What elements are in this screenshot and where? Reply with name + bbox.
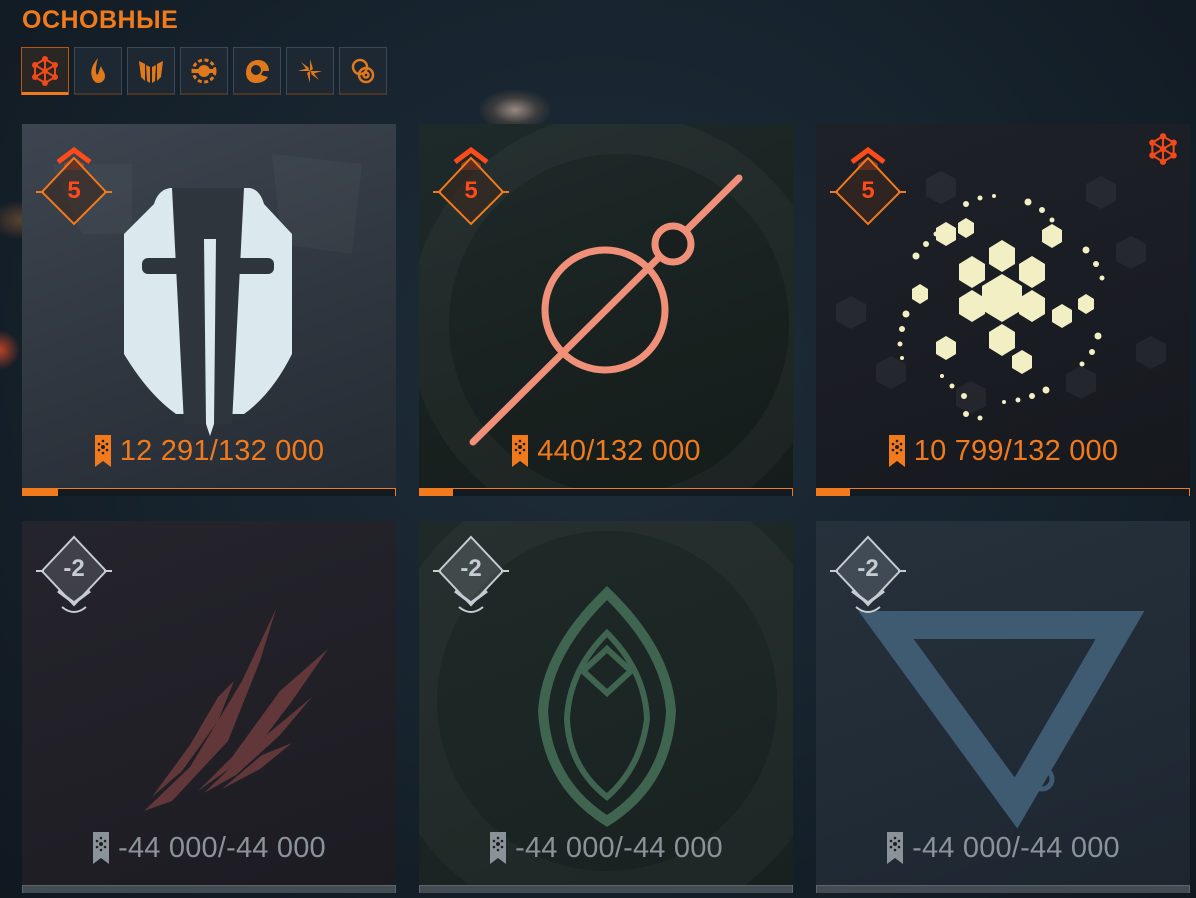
tab-rings[interactable] bbox=[339, 47, 387, 95]
rank-label: 5 bbox=[464, 177, 478, 204]
arc-network-icon bbox=[32, 56, 58, 86]
progress-row: -44 000/-44 000 bbox=[419, 831, 793, 865]
engram-token-icon bbox=[490, 832, 507, 864]
engram-token-icon bbox=[887, 832, 904, 864]
tab-solar[interactable] bbox=[74, 47, 122, 95]
category-tabs bbox=[21, 47, 387, 95]
wings-icon bbox=[139, 61, 163, 83]
faction-card-2[interactable]: -2 -44 000/-44 000 bbox=[419, 521, 793, 893]
rings-icon bbox=[351, 58, 375, 84]
gear-crest-icon bbox=[191, 58, 217, 84]
progress-fill bbox=[420, 489, 454, 496]
progress-row: 10 799/132 000 bbox=[816, 434, 1190, 468]
engram-token-icon bbox=[512, 435, 529, 467]
progress-bar bbox=[816, 885, 1190, 893]
rank-label: -2 bbox=[460, 555, 482, 582]
engram-token-icon bbox=[94, 435, 111, 467]
faction-card-3[interactable]: -2 -44 000/-44 000 bbox=[816, 521, 1190, 893]
progress-bar bbox=[419, 488, 793, 496]
titan-card[interactable]: 5 12 291/132 000 bbox=[22, 124, 396, 496]
progress-bar bbox=[22, 885, 396, 893]
rank-label: -2 bbox=[857, 555, 879, 582]
rank-label: 5 bbox=[67, 177, 81, 204]
engram-token-icon bbox=[888, 435, 905, 467]
tab-helmet[interactable] bbox=[233, 47, 281, 95]
progress-row: 12 291/132 000 bbox=[22, 434, 396, 468]
helmet-icon bbox=[246, 60, 269, 83]
progress-bar bbox=[419, 885, 793, 893]
tab-spiral[interactable] bbox=[286, 47, 334, 95]
progress-fill bbox=[23, 489, 58, 496]
rank-label: -2 bbox=[63, 555, 85, 582]
progress-text: -44 000/-44 000 bbox=[118, 831, 326, 864]
flame-icon bbox=[91, 58, 105, 83]
arc-network-icon bbox=[1149, 133, 1177, 165]
progress-text: -44 000/-44 000 bbox=[912, 831, 1120, 864]
progress-bar bbox=[22, 488, 396, 496]
progress-bar bbox=[816, 488, 1190, 496]
progress-row: -44 000/-44 000 bbox=[816, 831, 1190, 865]
tab-wings[interactable] bbox=[127, 47, 175, 95]
progress-row: 440/132 000 bbox=[419, 434, 793, 468]
progress-text: 12 291/132 000 bbox=[119, 434, 325, 467]
warlock-card[interactable]: 5 10 799/132 000 bbox=[816, 124, 1190, 496]
rank-label: 5 bbox=[861, 177, 875, 204]
faction-card-1[interactable]: -2 -44 000/-44 000 bbox=[22, 521, 396, 893]
background-glow bbox=[0, 330, 20, 370]
progress-row: -44 000/-44 000 bbox=[22, 831, 396, 865]
progress-text: -44 000/-44 000 bbox=[515, 831, 723, 864]
tab-arc[interactable] bbox=[21, 47, 69, 95]
tab-crest[interactable] bbox=[180, 47, 228, 95]
progress-fill bbox=[817, 489, 851, 496]
spiral-icon bbox=[298, 59, 322, 83]
progress-text: 440/132 000 bbox=[537, 434, 701, 467]
engram-token-icon bbox=[93, 832, 110, 864]
section-title: ОСНОВНЫЕ bbox=[22, 6, 179, 34]
progress-text: 10 799/132 000 bbox=[913, 434, 1119, 467]
hunter-card[interactable]: 5 440/132 000 bbox=[419, 124, 793, 496]
